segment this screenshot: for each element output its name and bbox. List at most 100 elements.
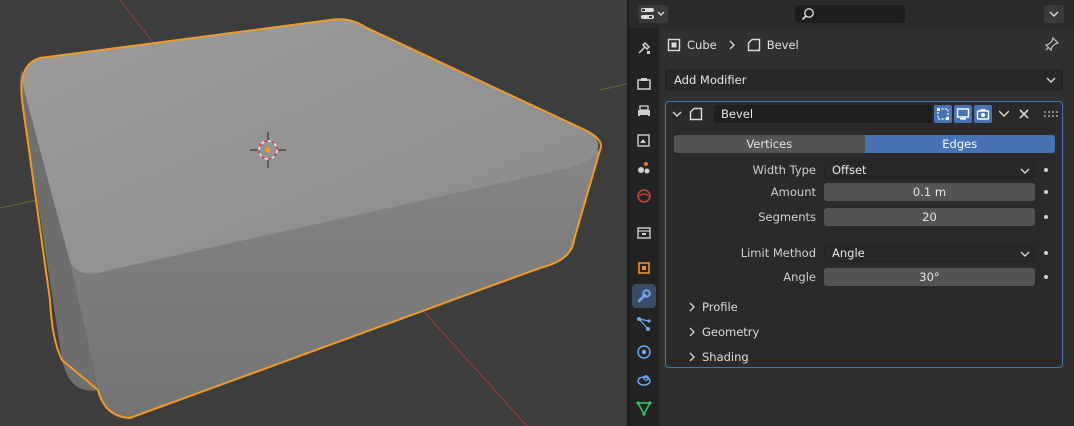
properties-tabs xyxy=(629,28,659,426)
tab-world[interactable] xyxy=(632,184,656,208)
modifier-visibility-toggles xyxy=(934,105,992,123)
breadcrumb: Cube Bevel xyxy=(667,36,799,54)
view-layer-icon xyxy=(637,134,650,147)
add-modifier-label: Add Modifier xyxy=(674,73,747,87)
shading-subpanel[interactable]: Shading xyxy=(688,348,749,366)
tab-object[interactable] xyxy=(632,256,656,280)
close-icon[interactable] xyxy=(1018,108,1030,120)
tab-scene[interactable] xyxy=(632,156,656,180)
3d-viewport[interactable] xyxy=(0,0,627,426)
search-field[interactable] xyxy=(795,5,905,23)
keyframe-dot[interactable] xyxy=(1044,251,1048,255)
collapse-chevron-icon[interactable] xyxy=(672,109,682,119)
keyframe-dot[interactable] xyxy=(1044,168,1048,172)
properties-editor-icon xyxy=(641,8,665,19)
chevron-down-icon xyxy=(1049,11,1059,17)
keyframe-dot[interactable] xyxy=(1044,275,1048,279)
bevel-modifier-icon xyxy=(689,107,703,121)
modifier-header: Bevel xyxy=(666,102,1062,126)
bevel-modifier-icon xyxy=(747,38,760,52)
collection-icon xyxy=(637,227,651,239)
object-icon xyxy=(638,262,650,274)
render-icon xyxy=(637,78,651,90)
pin-button[interactable] xyxy=(1044,36,1060,54)
segments-field[interactable]: 20 xyxy=(824,208,1035,226)
keyframe-dot[interactable] xyxy=(1044,215,1048,219)
properties-editor: Cube Bevel Add Modifier Bevel Vertices E… xyxy=(629,0,1074,426)
add-modifier-dropdown[interactable]: Add Modifier xyxy=(665,70,1063,90)
search-icon xyxy=(801,8,814,21)
editor-type-button[interactable] xyxy=(638,5,668,23)
viewport-display-toggle[interactable] xyxy=(954,105,972,123)
limit-method-value: Angle xyxy=(832,246,865,260)
object-icon xyxy=(667,38,681,52)
tab-data[interactable] xyxy=(632,396,656,420)
width-type-label: Width Type xyxy=(752,163,816,177)
edit-mode-toggle[interactable] xyxy=(934,105,952,123)
breadcrumb-object: Cube xyxy=(687,38,717,52)
chevron-right-icon xyxy=(729,40,735,50)
monitor-icon xyxy=(956,108,970,120)
angle-label: Angle xyxy=(783,270,816,284)
tab-constraints[interactable] xyxy=(632,368,656,392)
bevel-modifier-panel: Bevel Vertices Edges Width Type Offset A… xyxy=(665,101,1063,368)
shading-subpanel-label: Shading xyxy=(702,350,749,364)
limit-method-label: Limit Method xyxy=(740,246,816,260)
chevron-down-icon xyxy=(1046,77,1056,83)
segments-value: 20 xyxy=(922,210,937,224)
width-type-dropdown[interactable]: Offset xyxy=(824,161,1035,179)
edit-mode-icon xyxy=(937,108,949,120)
tab-collection[interactable] xyxy=(632,220,656,244)
constraints-icon xyxy=(637,375,651,386)
angle-field[interactable]: 30° xyxy=(824,268,1035,286)
y-axis-line-right xyxy=(599,83,627,91)
breadcrumb-modifier: Bevel xyxy=(766,38,799,52)
viewport-canvas[interactable] xyxy=(0,0,627,426)
amount-label: Amount xyxy=(770,185,816,199)
camera-icon xyxy=(976,109,990,120)
width-type-value: Offset xyxy=(832,163,867,177)
options-dropdown-button[interactable] xyxy=(1044,5,1064,23)
properties-header xyxy=(629,0,1074,28)
modifier-name-field[interactable]: Bevel xyxy=(714,105,932,123)
geometry-subpanel[interactable]: Geometry xyxy=(688,323,759,341)
tab-view-layer[interactable] xyxy=(632,128,656,152)
amount-field[interactable]: 0.1 m xyxy=(824,183,1035,201)
profile-subpanel[interactable]: Profile xyxy=(688,298,738,316)
modifier-menu-chevron-icon[interactable] xyxy=(998,109,1010,119)
affect-vertices-button[interactable]: Vertices xyxy=(674,135,865,153)
render-toggle[interactable] xyxy=(974,105,992,123)
chevron-right-icon xyxy=(689,327,695,337)
output-icon xyxy=(638,105,650,118)
physics-icon xyxy=(637,345,651,359)
keyframe-dot[interactable] xyxy=(1044,190,1048,194)
scene-icon xyxy=(638,162,650,174)
tool-icon xyxy=(638,41,651,54)
limit-method-dropdown[interactable]: Angle xyxy=(824,244,1035,262)
tab-render[interactable] xyxy=(632,72,656,96)
chevron-right-icon xyxy=(689,302,695,312)
chevron-right-icon xyxy=(689,352,695,362)
tab-output[interactable] xyxy=(632,100,656,124)
tab-tool[interactable] xyxy=(632,36,656,60)
tab-particles[interactable] xyxy=(632,312,656,336)
tab-physics[interactable] xyxy=(632,340,656,364)
chevron-down-icon xyxy=(1020,168,1030,174)
geometry-subpanel-label: Geometry xyxy=(702,325,760,339)
chevron-down-icon xyxy=(1020,251,1030,257)
affect-selector: Vertices Edges xyxy=(674,135,1055,153)
angle-value: 30° xyxy=(919,270,940,284)
world-icon xyxy=(637,189,651,203)
particles-icon xyxy=(637,317,651,331)
amount-value: 0.1 m xyxy=(912,185,947,199)
affect-edges-button[interactable]: Edges xyxy=(864,135,1055,153)
wrench-icon xyxy=(637,289,651,303)
segments-label: Segments xyxy=(758,210,816,224)
profile-subpanel-label: Profile xyxy=(702,300,738,314)
pin-icon xyxy=(1044,36,1060,52)
drag-handle-icon[interactable] xyxy=(1044,111,1058,117)
tab-modifiers[interactable] xyxy=(632,284,656,308)
modifier-name: Bevel xyxy=(721,107,754,121)
mesh-data-icon xyxy=(636,401,652,416)
properties-content: Cube Bevel Add Modifier Bevel Vertices E… xyxy=(659,28,1074,426)
